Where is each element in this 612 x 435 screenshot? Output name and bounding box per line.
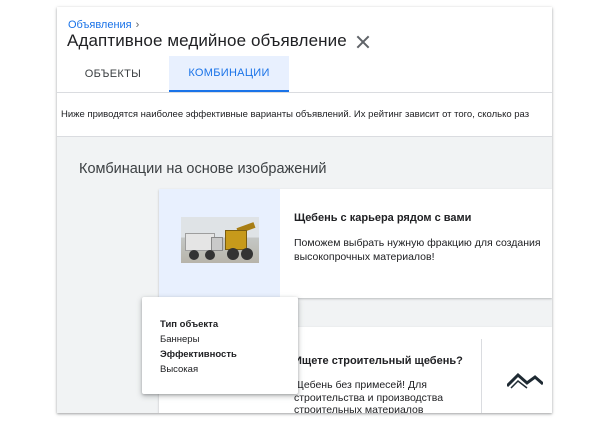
- tooltip-performance-label: Эффективность: [160, 349, 237, 360]
- loader-shape: [225, 230, 247, 250]
- wheel-shape: [241, 248, 253, 260]
- card-divider: [481, 339, 482, 413]
- quarry-truck-image: [181, 217, 259, 263]
- tooltip-performance-value: Высокая: [160, 364, 199, 375]
- section-title: Комбинации на основе изображений: [79, 161, 327, 177]
- truck-cab-shape: [211, 237, 223, 251]
- tab-bar: ОБЪЕКТЫ КОМБИНАЦИИ: [57, 56, 552, 92]
- info-notice: Ниже приводятся наиболее эффективные вар…: [57, 92, 552, 137]
- breadcrumb-link-ads[interactable]: Объявления: [68, 19, 132, 31]
- close-icon[interactable]: [356, 35, 370, 49]
- ad-description-line: строительства и производства: [294, 391, 444, 404]
- mountain-logo-icon: [507, 372, 543, 389]
- ad-details-panel: Объявления › Адаптивное медийное объявле…: [57, 7, 552, 413]
- ad-description: Поможем выбрать нужную фракцию для созда…: [294, 237, 541, 263]
- ad-headline: Ищете строительный щебень?: [294, 355, 463, 367]
- ad-description-line: строительных материалов: [294, 404, 424, 413]
- ad-headline: Щебень с карьера рядом с вами: [294, 212, 472, 224]
- panel-header: Объявления › Адаптивное медийное объявле…: [57, 7, 552, 92]
- tab-objects[interactable]: ОБЪЕКТЫ: [57, 56, 169, 92]
- chevron-right-icon: ›: [135, 19, 140, 31]
- combinations-area: Комбинации на основе изображений Щебень …: [57, 137, 552, 413]
- tooltip-type-label: Тип объекта: [160, 319, 219, 330]
- wheel-shape: [227, 248, 239, 260]
- ad-description: Щебень без примесей! Для строительства и…: [294, 379, 474, 413]
- page-title: Адаптивное медийное объявление: [67, 31, 347, 50]
- tab-combinations[interactable]: КОМБИНАЦИИ: [169, 56, 289, 92]
- breadcrumb: Объявления ›: [68, 19, 139, 31]
- wheel-shape: [205, 250, 215, 260]
- ad-combination-card[interactable]: Щебень с карьера рядом с вами Поможем вы…: [159, 189, 552, 298]
- object-info-tooltip: Тип объекта Баннеры Эффективность Высока…: [142, 297, 298, 394]
- ad-description-line: Щебень без примесей! Для: [294, 379, 427, 391]
- ad-text-block: Ищете строительный щебень? Щебень без пр…: [294, 355, 474, 413]
- title-row: Адаптивное медийное объявление: [67, 31, 370, 51]
- tooltip-type-value: Баннеры: [160, 334, 200, 345]
- wheel-shape: [189, 250, 199, 260]
- ad-image-container: [159, 189, 280, 298]
- ad-text-block: Щебень с карьера рядом с вами Поможем вы…: [294, 212, 544, 264]
